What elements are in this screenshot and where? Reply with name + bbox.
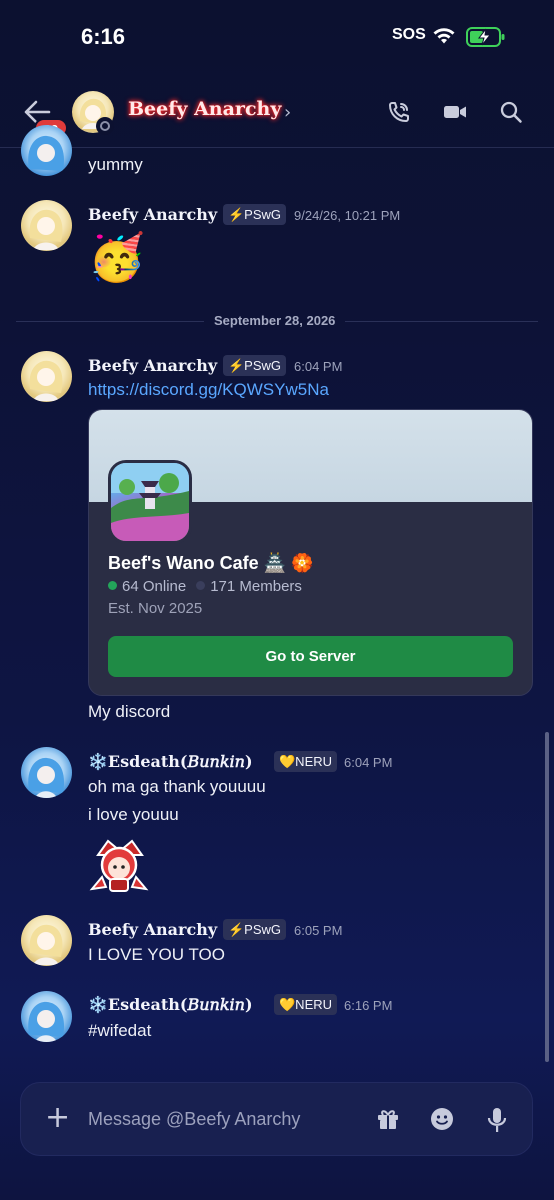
sticker[interactable]	[88, 837, 150, 895]
battery-icon	[466, 27, 505, 47]
avatar-art	[28, 757, 65, 798]
date-divider-label: September 28, 2026	[204, 313, 346, 328]
go-to-server-button[interactable]: Go to Server	[108, 636, 513, 677]
message-text: i love youuu	[88, 805, 179, 824]
scrollbar[interactable]	[545, 732, 549, 1062]
message-text: #wifedat	[88, 1021, 152, 1040]
search-icon[interactable]	[499, 100, 523, 124]
mic-icon[interactable]	[486, 1107, 508, 1133]
member-count: 171 Members	[210, 578, 302, 595]
status-indicator	[96, 117, 114, 135]
avatar[interactable]	[21, 125, 72, 176]
avatar[interactable]	[21, 351, 72, 402]
sos-indicator: SOS	[392, 26, 426, 43]
avatar-art	[28, 135, 65, 171]
gift-icon[interactable]	[376, 1107, 400, 1131]
timestamp: 6:16 PM	[344, 998, 393, 1013]
timestamp: 6:04 PM	[294, 359, 343, 374]
guild-tag[interactable]: 💛NERU	[274, 751, 338, 772]
avatar[interactable]	[21, 991, 72, 1042]
online-count: 64 Online	[122, 578, 187, 595]
avatar[interactable]	[21, 915, 72, 966]
avatar[interactable]	[21, 200, 72, 251]
call-icon[interactable]	[387, 100, 411, 124]
status-bar: 6:16 SOS	[0, 0, 554, 80]
author-name[interactable]: Beefy Anarchy	[88, 356, 217, 375]
message-text: yummy	[88, 155, 143, 174]
avatar-art	[28, 1001, 65, 1042]
chevron-right-icon[interactable]: ›	[284, 102, 291, 123]
timestamp: 6:05 PM	[294, 923, 343, 938]
author-name[interactable]: ❄️𝐄𝐬𝐝𝐞𝐚𝐭𝐡(𝐵𝑢𝑛𝑘𝑖𝑛)	[88, 752, 253, 771]
server-icon[interactable]	[108, 460, 192, 544]
message-text: oh ma ga thank youuuu	[88, 777, 266, 796]
author-name[interactable]: Beefy Anarchy	[88, 205, 217, 224]
guild-tag[interactable]: ⚡PSwG	[223, 355, 287, 376]
server-name: Beef's Wano Cafe 🏯 🏵️	[108, 553, 314, 573]
sticker-art	[89, 839, 149, 892]
members-dot	[196, 581, 206, 590]
chat-header: 99 Beefy Anarchy ›	[0, 80, 554, 148]
video-icon[interactable]	[443, 100, 467, 124]
established-date: Est. Nov 2025	[108, 600, 203, 617]
message-composer: +	[20, 1082, 533, 1156]
server-invite-card: Beef's Wano Cafe 🏯 🏵️ 64 Online 171 Membe…	[88, 409, 533, 696]
message-input[interactable]	[88, 1103, 348, 1135]
emoji-icon[interactable]	[430, 1107, 454, 1131]
guild-tag[interactable]: ⚡PSwG	[223, 204, 287, 225]
server-stats: 64 Online 171 Members	[108, 578, 302, 595]
avatar-art	[29, 924, 63, 965]
plus-icon[interactable]: +	[45, 1103, 70, 1133]
timestamp: 9/24/26, 10:21 PM	[294, 208, 401, 223]
avatar-art	[29, 360, 63, 401]
online-dot	[108, 581, 117, 590]
avatar-art	[29, 209, 63, 250]
avatar[interactable]	[21, 747, 72, 798]
author-name[interactable]: Beefy Anarchy	[88, 920, 217, 939]
guild-tag[interactable]: ⚡PSwG	[223, 919, 287, 940]
clock: 6:16	[81, 24, 126, 49]
author-name[interactable]: ❄️𝐄𝐬𝐝𝐞𝐚𝐭𝐡(𝐵𝑢𝑛𝑘𝑖𝑛)	[88, 995, 253, 1014]
channel-title[interactable]: Beefy Anarchy	[128, 98, 281, 120]
message-text: My discord	[88, 702, 171, 721]
wifi-icon	[433, 28, 455, 44]
message-text: I LOVE YOU TOO	[88, 945, 225, 964]
invite-link[interactable]: https://discord.gg/KQWSYw5Na	[88, 380, 329, 400]
emoji-message: 🥳	[88, 231, 146, 283]
server-icon-art	[111, 463, 189, 541]
timestamp: 6:04 PM	[344, 755, 393, 770]
guild-tag[interactable]: 💛NERU	[274, 994, 338, 1015]
